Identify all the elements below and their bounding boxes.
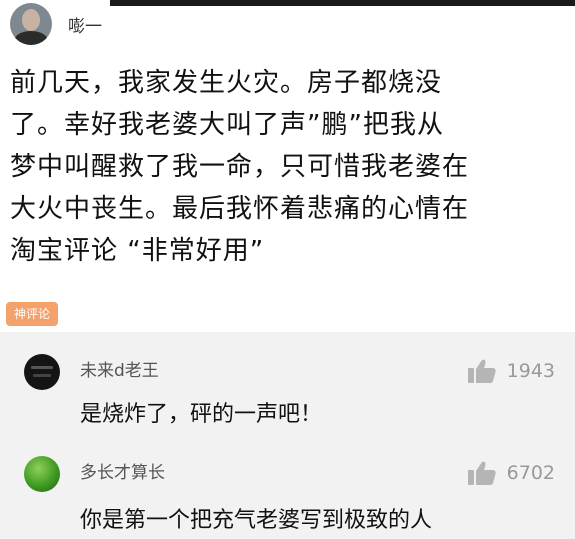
weibo-post-screenshot: 嘭一 前几天，我家发生火灾。房子都烧没 了。幸好我老婆大叫了声”鹏”把我从 梦中…	[0, 0, 575, 539]
like-button[interactable]: 6702	[467, 460, 555, 486]
comment-item: 多长才算长 6702 你是第一个把充气老婆写到极致的人	[0, 436, 575, 539]
avatar-text-mark	[31, 366, 53, 369]
author-avatar[interactable]	[10, 3, 52, 45]
post-body: 前几天，我家发生火灾。房子都烧没 了。幸好我老婆大叫了声”鹏”把我从 梦中叫醒救…	[10, 62, 565, 272]
post-line: 大火中丧生。最后我怀着悲痛的心情在	[10, 194, 470, 224]
commenter-avatar[interactable]	[24, 456, 60, 492]
avatar-shoulders	[14, 31, 48, 45]
thumbs-up-icon	[467, 461, 496, 485]
post-line: 梦中叫醒救了我一命，只可惜我老婆在	[10, 152, 470, 182]
post-line: 淘宝评论 “非常好用”	[10, 236, 265, 266]
author-name[interactable]: 嘭一	[68, 12, 102, 37]
comment-text: 你是第一个把充气老婆写到极致的人	[80, 508, 433, 533]
like-button[interactable]: 1943	[467, 358, 555, 384]
comment-list: 未来d老王 1943 是烧炸了，砰的一声吧！ 多长才算长 6702 你是第一个把	[0, 332, 575, 539]
commenter-avatar[interactable]	[24, 354, 60, 390]
like-count: 1943	[506, 360, 555, 382]
redaction-bar	[110, 0, 575, 6]
like-count: 6702	[506, 462, 555, 484]
comment-text: 是烧炸了，砰的一声吧！	[80, 402, 323, 427]
comment-item: 未来d老王 1943 是烧炸了，砰的一声吧！	[0, 332, 575, 432]
commenter-name[interactable]: 多长才算长	[80, 458, 165, 483]
avatar-face	[22, 9, 40, 31]
avatar-text-mark	[33, 374, 51, 377]
commenter-name[interactable]: 未来d老王	[80, 356, 159, 381]
thumbs-up-icon	[467, 359, 496, 383]
post-line: 了。幸好我老婆大叫了声”鹏”把我从	[10, 110, 444, 140]
hot-comment-badge: 神评论	[6, 302, 59, 326]
post-header: 嘭一	[10, 0, 102, 48]
post-line: 前几天，我家发生火灾。房子都烧没	[10, 68, 443, 98]
